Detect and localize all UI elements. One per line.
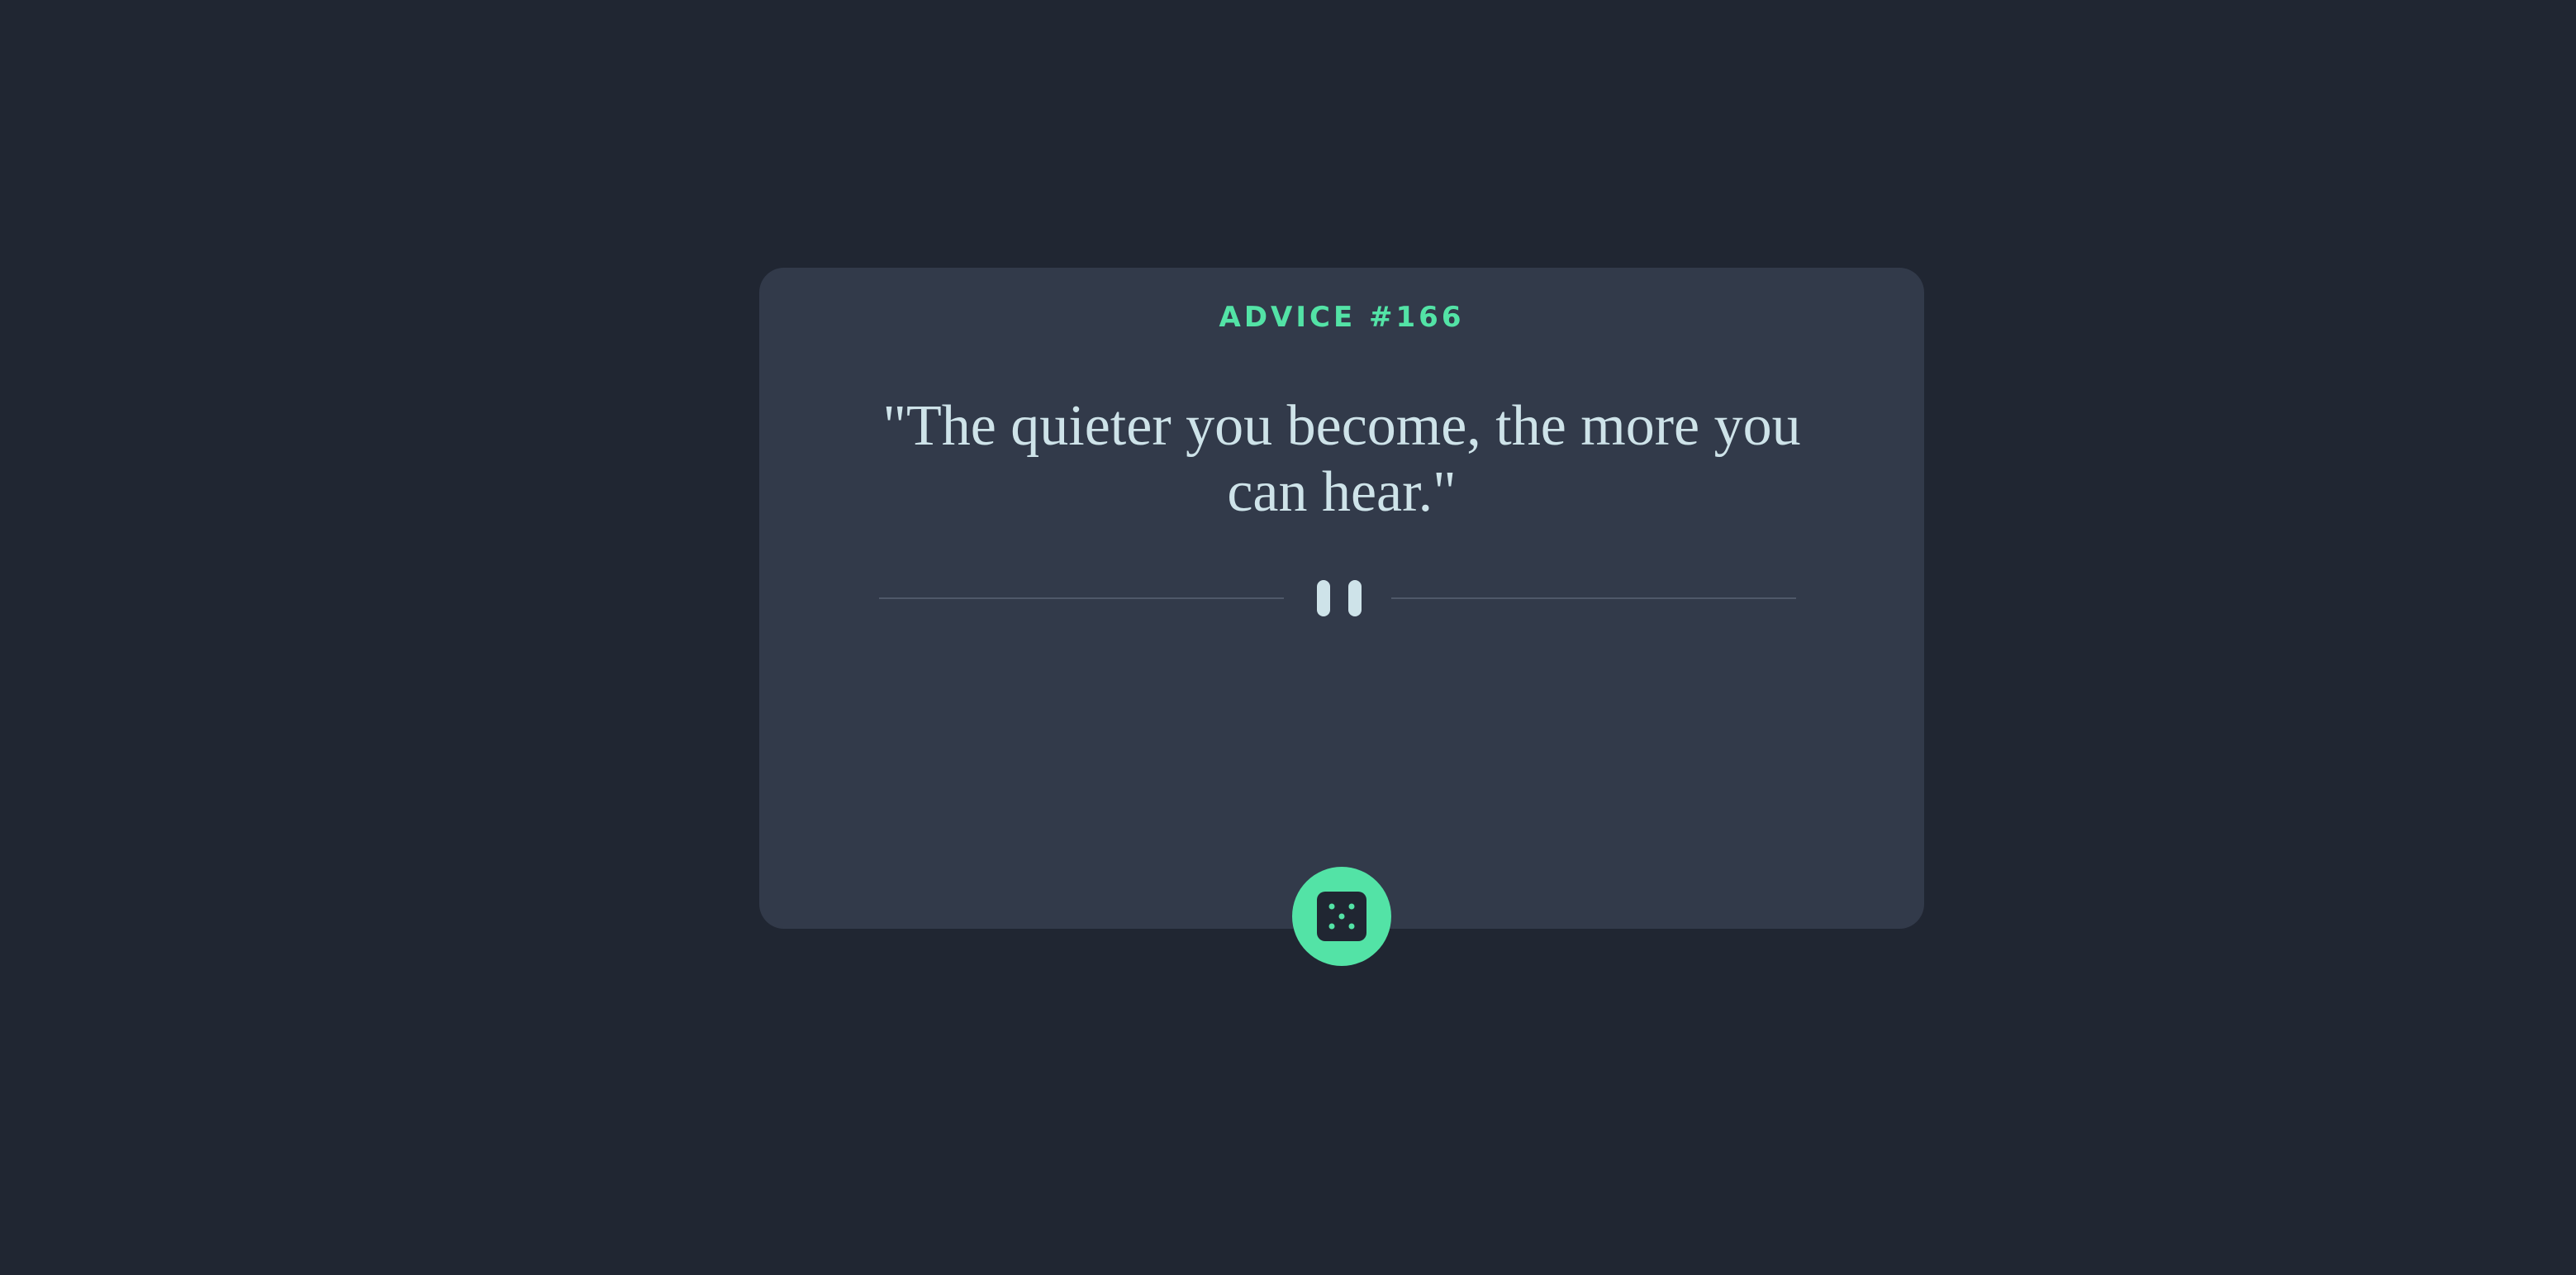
divider-line-left [879,597,1284,599]
divider-line-right [1391,597,1796,599]
new-advice-button[interactable] [1292,867,1391,966]
advice-id: ADVICE #166 [1219,301,1465,334]
pattern-divider [879,580,1796,616]
pause-icon [1317,580,1362,616]
advice-card: ADVICE #166 "The quieter you become, the… [759,268,1924,929]
pause-bar-left [1317,580,1330,616]
pause-bar-right [1348,580,1362,616]
dice-icon [1317,892,1366,941]
advice-quote: "The quieter you become, the more you ca… [882,394,1801,524]
